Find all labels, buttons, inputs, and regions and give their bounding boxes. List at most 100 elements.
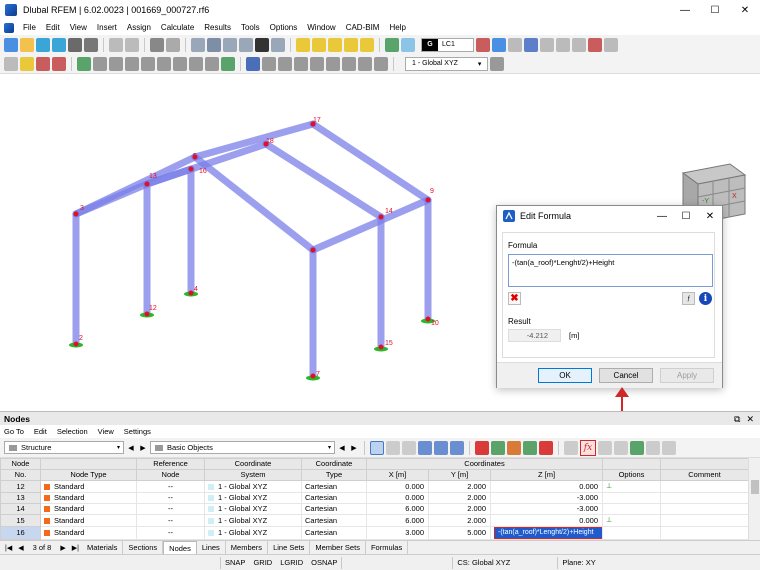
surface-icon[interactable]: [125, 56, 139, 71]
objects-select[interactable]: Basic Objects ▾: [150, 441, 335, 454]
cell-comment[interactable]: [660, 480, 748, 493]
cell-options[interactable]: ⊥: [602, 480, 662, 493]
panel-menu-settings[interactable]: Settings: [124, 427, 151, 436]
cell-y[interactable]: 2.000: [428, 503, 491, 515]
col-header-y[interactable]: Y [m]: [428, 469, 491, 481]
table-row[interactable]: 15 Standard -- 1 - Global XYZ Cartesian …: [0, 514, 748, 527]
dialog-maximize-button[interactable]: ☐: [674, 206, 698, 226]
dimension-icon[interactable]: [312, 37, 326, 52]
first-page-icon[interactable]: |◀: [2, 544, 15, 552]
node-point[interactable]: [310, 247, 316, 253]
cancel-button[interactable]: Cancel: [599, 368, 653, 383]
member-beam[interactable]: [72, 180, 151, 218]
save-icon[interactable]: [68, 37, 82, 52]
cut-icon[interactable]: [278, 56, 292, 71]
cell-x[interactable]: 0.000: [366, 492, 429, 504]
col-header-x[interactable]: X [m]: [366, 469, 429, 481]
info-button[interactable]: i: [699, 292, 712, 305]
panel-menu-selection[interactable]: Selection: [57, 427, 88, 436]
format-icon[interactable]: [564, 440, 578, 455]
tab-line-sets[interactable]: Line Sets: [268, 541, 311, 554]
opening-icon[interactable]: [157, 56, 171, 71]
cell-ctype[interactable]: Cartesian: [301, 492, 367, 504]
menu-insert[interactable]: Insert: [92, 23, 122, 32]
cell-node-type[interactable]: Standard: [40, 526, 137, 540]
node-point[interactable]: [144, 181, 150, 187]
cell-comment[interactable]: [660, 526, 748, 540]
member-rafter[interactable]: [191, 153, 317, 254]
cell-no[interactable]: 12: [0, 480, 41, 493]
node-point[interactable]: [310, 373, 316, 379]
node-point[interactable]: [144, 311, 150, 317]
next-page-icon[interactable]: ▶: [57, 544, 68, 552]
table-scrollbar[interactable]: [748, 458, 760, 540]
node-point[interactable]: [425, 197, 431, 203]
node-point[interactable]: [73, 341, 79, 347]
animate-icon[interactable]: [555, 37, 570, 52]
cell-node-type[interactable]: Standard: [40, 514, 137, 527]
insert-row-icon[interactable]: [491, 440, 505, 455]
tab-sections[interactable]: Sections: [123, 541, 164, 554]
menu-tools[interactable]: Tools: [236, 23, 265, 32]
ok-button[interactable]: OK: [538, 368, 592, 383]
panel-float-icon[interactable]: ⧉: [734, 414, 740, 425]
note-icon[interactable]: [360, 37, 374, 52]
node-point[interactable]: [188, 290, 194, 296]
cell-ref[interactable]: --: [136, 514, 205, 527]
tab-materials[interactable]: Materials: [82, 541, 124, 554]
menu-help[interactable]: Help: [384, 23, 410, 32]
delete-row-icon[interactable]: [475, 440, 489, 455]
load-case-icon[interactable]: [401, 37, 415, 52]
print-table-icon[interactable]: [646, 440, 660, 455]
line-icon[interactable]: [93, 56, 107, 71]
cell-options[interactable]: [602, 503, 662, 515]
cell-system[interactable]: 1 - Global XYZ: [204, 480, 302, 493]
status-lgrid[interactable]: LGRID: [276, 558, 307, 567]
table-row[interactable]: 12 Standard -- 1 - Global XYZ Cartesian …: [0, 480, 748, 493]
node-point[interactable]: [378, 214, 384, 220]
results-icon[interactable]: [491, 37, 506, 52]
app-menu-icon[interactable]: [4, 22, 14, 33]
cell-no[interactable]: 14: [0, 503, 41, 515]
hinge-icon[interactable]: [173, 56, 187, 71]
formula-cell-editor[interactable]: -(tan(a_roof)*Lenght/2)+Height: [494, 527, 602, 539]
dialog-minimize-button[interactable]: —: [650, 206, 674, 226]
solid-icon[interactable]: [141, 56, 155, 71]
cell-comment[interactable]: [660, 503, 748, 515]
tab-lines[interactable]: Lines: [197, 541, 226, 554]
col-header-system[interactable]: System: [204, 469, 302, 481]
load-node-icon[interactable]: [221, 56, 235, 71]
cell-z[interactable]: 0.000: [490, 480, 604, 493]
menu-options[interactable]: Options: [265, 23, 303, 32]
wand-icon[interactable]: [20, 56, 34, 71]
thickness-icon[interactable]: [205, 56, 219, 71]
next-arrow-icon[interactable]: ▶: [138, 441, 148, 454]
cell-node-type[interactable]: Standard: [40, 480, 137, 493]
col-header-z[interactable]: Z [m]: [489, 469, 604, 481]
remove-row-icon[interactable]: [507, 440, 521, 455]
col-header-type[interactable]: Type: [301, 469, 367, 481]
table-view-icon[interactable]: [386, 440, 400, 455]
tab-formulas[interactable]: Formulas: [366, 541, 409, 554]
undo-icon[interactable]: [150, 37, 164, 52]
calc-icon[interactable]: [475, 37, 490, 52]
view3d-icon[interactable]: [294, 56, 308, 71]
col-header-options[interactable]: Options: [602, 469, 662, 481]
print-icon[interactable]: [84, 37, 98, 52]
menu-assign[interactable]: Assign: [122, 23, 156, 32]
minimize-button[interactable]: —: [670, 0, 700, 20]
guide-icon[interactable]: [344, 37, 358, 52]
move-down-icon[interactable]: [539, 440, 553, 455]
move-up-icon[interactable]: [523, 440, 537, 455]
panel-main-icon[interactable]: [207, 37, 221, 52]
cell-x[interactable]: 3.000: [366, 526, 429, 540]
spreadsheet-icon[interactable]: [630, 440, 644, 455]
cell-ctype[interactable]: Cartesian: [301, 480, 367, 493]
panel-bottom-icon[interactable]: [239, 37, 253, 52]
new-file-icon[interactable]: [4, 37, 18, 52]
cell-x[interactable]: 6.000: [366, 514, 429, 527]
load-case-select[interactable]: G LC1: [421, 37, 474, 52]
panel-left-icon[interactable]: [191, 37, 205, 52]
cell-ref[interactable]: --: [136, 492, 205, 504]
node-icon[interactable]: [52, 56, 66, 71]
